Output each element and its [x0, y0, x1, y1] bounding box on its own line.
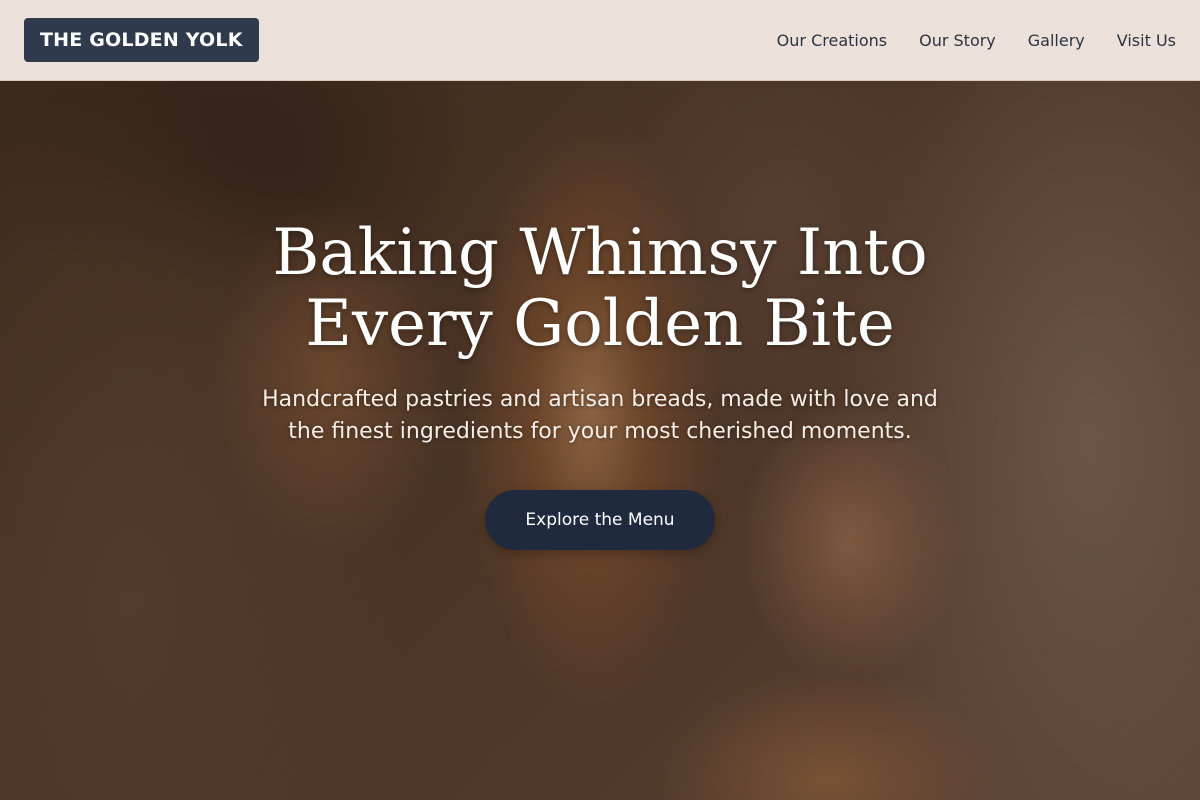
hero-title: Baking Whimsy Into Every Golden Bite — [272, 216, 928, 361]
hero-section: Baking Whimsy Into Every Golden Bite Han… — [0, 81, 1200, 800]
site-logo[interactable]: THE GOLDEN YOLK — [24, 18, 259, 62]
nav-link-our-story[interactable]: Our Story — [919, 31, 996, 50]
main-nav: Our Creations Our Story Gallery Visit Us — [745, 31, 1176, 50]
explore-menu-button[interactable]: Explore the Menu — [485, 490, 715, 550]
hero-content: Baking Whimsy Into Every Golden Bite Han… — [0, 81, 1200, 800]
site-header: THE GOLDEN YOLK Our Creations Our Story … — [0, 0, 1200, 81]
nav-link-gallery[interactable]: Gallery — [1028, 31, 1085, 50]
nav-link-our-creations[interactable]: Our Creations — [777, 31, 887, 50]
hero-subtitle: Handcrafted pastries and artisan breads,… — [262, 387, 938, 444]
nav-link-visit-us[interactable]: Visit Us — [1117, 31, 1176, 50]
